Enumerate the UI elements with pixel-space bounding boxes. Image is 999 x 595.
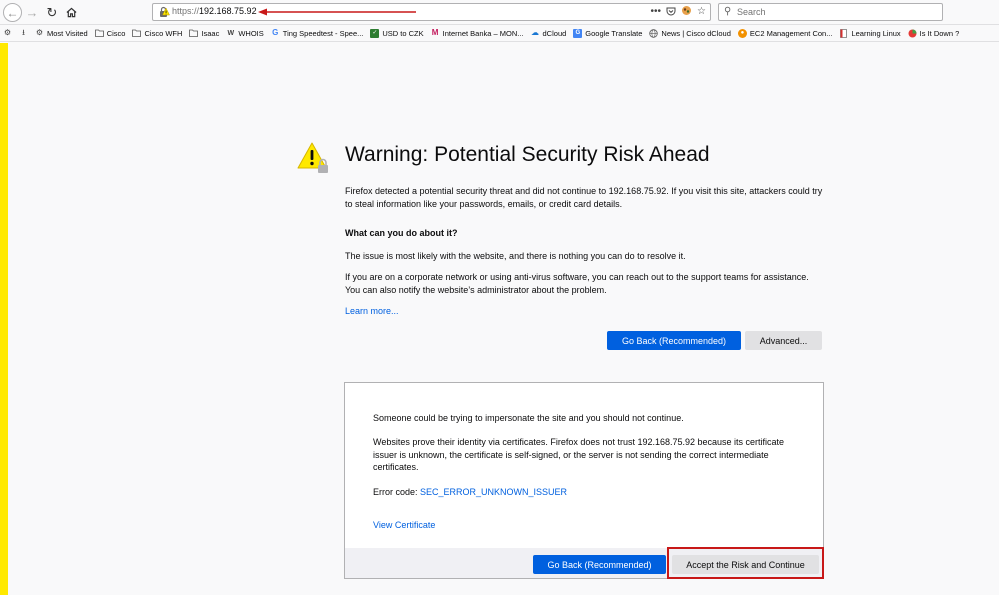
warning-likely: The issue is most likely with the websit… (345, 251, 686, 261)
status-icon (908, 29, 917, 38)
bookmark-star-icon[interactable]: ☆ (697, 7, 706, 17)
browser-toolbar: ← → ↻ https://192.168.75.92 ••• ☆ ⚲ Sear… (0, 0, 999, 25)
bookmark-label: Most Visited (47, 28, 88, 38)
error-code-label: Error code: (373, 487, 421, 497)
error-code-line: Error code: SEC_ERROR_UNKNOWN_ISSUER (373, 486, 793, 499)
annotation-arrow-icon (258, 8, 416, 16)
section-heading: What can you do about it? (345, 228, 458, 238)
bookmark-label: Cisco WFH (144, 28, 183, 38)
advanced-button[interactable]: Advanced... (745, 331, 822, 350)
globe-icon (649, 28, 659, 38)
bookmark-item[interactable]: G Google Translate (573, 28, 643, 38)
search-icon: ⚲ (724, 6, 732, 17)
bookmark-folder[interactable]: Cisco WFH (132, 29, 182, 38)
page-actions-icon[interactable]: ••• (651, 7, 662, 17)
bookmark-item[interactable]: W WHOIS (226, 28, 264, 38)
view-certificate-link[interactable]: View Certificate (373, 520, 435, 530)
pocket-icon[interactable] (666, 6, 676, 19)
translate-icon: G (573, 28, 583, 38)
bookmark-label: Cisco (106, 28, 126, 38)
bookmark-library[interactable]: ⭳ (19, 29, 28, 38)
bookmark-label: USD to CZK (382, 28, 424, 38)
url-text: https://192.168.75.92 (172, 6, 257, 16)
page-title: Warning: Potential Security Risk Ahead (345, 143, 710, 166)
bookmark-label: dCloud (542, 28, 567, 38)
go-back-button[interactable]: Go Back (Recommended) (533, 555, 666, 574)
cloud-icon: ☁ (531, 28, 540, 37)
warning-intro: Firefox detected a potential security th… (345, 186, 823, 209)
folder-icon (132, 29, 142, 38)
bookmark-item[interactable]: ● EC2 Management Con... (737, 28, 833, 38)
go-back-button[interactable]: Go Back (Recommended) (607, 331, 741, 350)
bookmark-label: Internet Banka – MON... (442, 28, 524, 38)
bookmark-label: Is It Down ? (919, 28, 960, 38)
bookmark-label: EC2 Management Con... (749, 28, 833, 38)
bookmark-label: WHOIS (238, 28, 264, 38)
bookmark-settings[interactable]: ⚙ (3, 29, 12, 38)
bookmark-item[interactable]: Is It Down ? (908, 28, 960, 38)
certificate-explanation: Websites prove their identity via certif… (373, 437, 785, 472)
learn-more-link[interactable]: Learn more... (345, 306, 399, 316)
bookmark-label: Isaac (201, 28, 220, 38)
annotation-highlight-box (667, 547, 824, 579)
bookmark-label: Google Translate (585, 28, 643, 38)
back-icon[interactable]: ← (3, 3, 22, 22)
bookmark-label: Learning Linux (851, 28, 901, 38)
url-scheme: https:// (172, 6, 200, 16)
bookmark-item[interactable]: M Internet Banka – MON... (431, 29, 524, 38)
insecure-lock-icon[interactable] (158, 6, 170, 18)
bookmark-item[interactable]: ✓ USD to CZK (370, 28, 424, 38)
google-icon: G (272, 28, 279, 37)
impersonate-text: Someone could be trying to impersonate t… (373, 413, 684, 423)
reload-icon[interactable]: ↻ (44, 4, 60, 20)
linux-icon (839, 28, 848, 38)
warning-stripe (0, 43, 8, 595)
search-placeholder: Search (737, 7, 766, 17)
whois-icon: W (227, 29, 235, 37)
extension-icon[interactable] (681, 5, 692, 19)
bookmark-item[interactable]: Learning Linux (839, 28, 901, 38)
bank-icon: M (431, 28, 439, 37)
forward-icon[interactable]: → (24, 4, 40, 20)
bookmark-folder[interactable]: Isaac (189, 29, 219, 38)
url-host: 192.168.75.92 (199, 6, 257, 16)
folder-icon (189, 29, 199, 38)
home-icon[interactable] (63, 4, 79, 20)
search-bar[interactable]: ⚲ Search (718, 3, 943, 21)
warning-network: If you are on a corporate network or usi… (345, 272, 809, 295)
error-code-link[interactable]: SEC_ERROR_UNKNOWN_ISSUER (420, 487, 567, 497)
warning-icon (297, 142, 328, 173)
bookmark-item[interactable]: ⚙ Most Visited (35, 29, 88, 38)
bookmark-item[interactable]: News | Cisco dCloud (649, 28, 731, 38)
bookmark-item[interactable]: G Ting Speedtest - Spee... (271, 28, 364, 38)
gear-icon: ⚙ (35, 28, 44, 37)
bookmark-folder[interactable]: Cisco (94, 28, 126, 38)
gear-icon: ⚙ (3, 28, 12, 37)
folder-icon (94, 29, 104, 38)
url-bar[interactable]: https://192.168.75.92 ••• ☆ (152, 3, 711, 21)
bookmark-label: Ting Speedtest - Spee... (282, 28, 364, 38)
bookmark-item[interactable]: ☁ dCloud (531, 28, 567, 38)
bookmark-label: News | Cisco dCloud (661, 28, 731, 38)
bookmarks-bar: ⚙ ⭳ ⚙ Most Visited Cisco Cisco WFH Isaac … (0, 25, 999, 42)
tray-icon: ⭳ (22, 28, 25, 37)
currency-icon: ✓ (370, 28, 380, 38)
aws-icon: ● (737, 28, 747, 38)
